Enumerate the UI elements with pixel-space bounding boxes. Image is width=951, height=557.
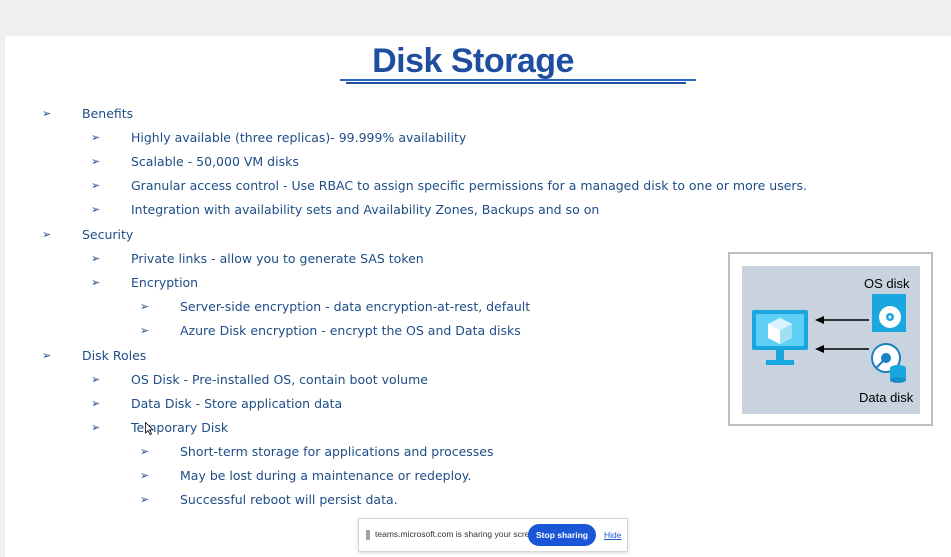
bullet-arrow-icon: ➢ [91,131,101,144]
bullet-arrow-icon: ➢ [91,373,101,386]
drag-handle-icon[interactable] [366,530,370,540]
bullet-arrow-icon: ➢ [140,300,150,313]
bullet-arrow-icon: ➢ [140,324,150,337]
bullet-arrow-icon: ➢ [91,203,101,216]
list-item: Granular access control - Use RBAC to as… [131,178,808,193]
title-underline [340,79,696,81]
os-disk-label: OS disk [864,276,910,291]
bullet-arrow-icon: ➢ [42,349,52,362]
list-item-security: Security [82,227,134,242]
list-item: Highly available (three replicas)- 99.99… [131,130,467,145]
hide-link[interactable]: Hide [604,530,621,540]
list-item: Server-side encryption - data encryption… [180,299,531,314]
os-disk-icon [872,294,906,332]
data-disk-icon [871,343,906,383]
virtual-machine-icon [752,310,808,365]
mouse-cursor-icon [145,422,154,435]
slide-title: Disk Storage [372,42,574,80]
bullet-arrow-icon: ➢ [91,276,101,289]
arrow-left-icon [815,316,869,324]
bullet-arrow-icon: ➢ [140,493,150,506]
list-item: Short-term storage for applications and … [180,444,494,459]
bullet-arrow-icon: ➢ [140,469,150,482]
list-item: Encryption [131,275,199,290]
bullet-arrow-icon: ➢ [42,107,52,120]
list-item: Azure Disk encryption - encrypt the OS a… [180,323,521,338]
arrow-left-icon [815,345,869,353]
list-item: Data Disk - Store application data [131,396,343,411]
disk-diagram-figure: OS disk Data disk [728,252,933,426]
bullet-arrow-icon: ➢ [91,179,101,192]
list-item: Scalable - 50,000 VM disks [131,154,299,169]
list-item-disk-roles: Disk Roles [82,348,147,363]
list-item: Successful reboot will persist data. [180,492,398,507]
share-status-text: teams.microsoft.com is sharing your scre… [375,529,542,539]
screen-share-bar: teams.microsoft.com is sharing your scre… [358,518,628,552]
data-disk-label: Data disk [859,390,914,405]
bullet-arrow-icon: ➢ [91,252,101,265]
bullet-arrow-icon: ➢ [91,155,101,168]
bullet-arrow-icon: ➢ [91,397,101,410]
list-item: Integration with availability sets and A… [131,202,600,217]
list-item-benefits: Benefits [82,106,134,121]
bullet-arrow-icon: ➢ [91,421,101,434]
list-item: OS Disk - Pre-installed OS, contain boot… [131,372,428,387]
bullet-arrow-icon: ➢ [42,228,52,241]
list-item: Private links - allow you to generate SA… [131,251,424,266]
title-underline-shadow [346,82,686,84]
stop-sharing-button[interactable]: Stop sharing [528,524,596,546]
bullet-arrow-icon: ➢ [140,445,150,458]
list-item: May be lost during a maintenance or rede… [180,468,472,483]
